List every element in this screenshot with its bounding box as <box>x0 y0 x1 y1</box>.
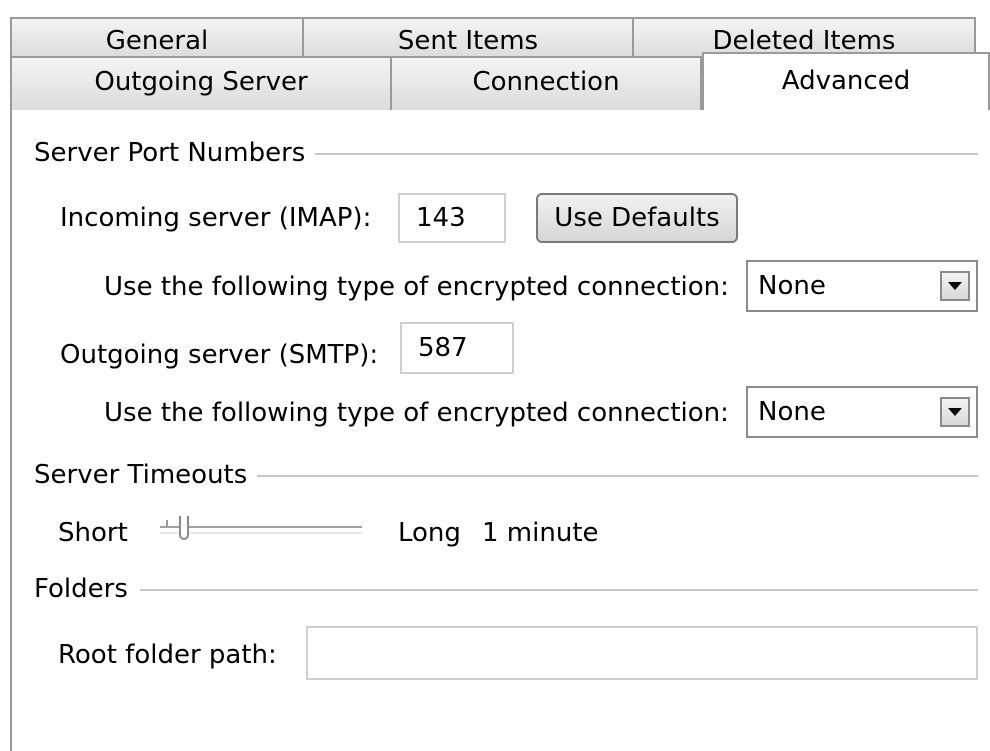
use-defaults-button[interactable]: Use Defaults <box>536 193 738 243</box>
tab-advanced[interactable]: Advanced <box>702 52 990 110</box>
root-folder-input[interactable] <box>306 626 978 680</box>
section-title-server-timeouts: Server Timeouts <box>34 460 258 490</box>
section-divider-folders <box>140 589 978 591</box>
chevron-down-icon[interactable] <box>940 397 970 427</box>
section-divider-ports <box>310 153 978 155</box>
outgoing-encryption-value: None <box>758 397 826 427</box>
outgoing-port-input[interactable]: 587 <box>400 322 514 374</box>
outgoing-server-label: Outgoing server (SMTP): <box>60 340 379 370</box>
timeout-short-label: Short <box>58 518 128 548</box>
advanced-settings-dialog: General Sent Items Deleted Items Outgoin… <box>0 0 990 751</box>
section-title-folders: Folders <box>34 574 138 604</box>
outgoing-port-value: 587 <box>418 333 468 363</box>
root-folder-label: Root folder path: <box>58 640 277 670</box>
chevron-down-icon[interactable] <box>940 271 970 301</box>
outgoing-encryption-label: Use the following type of encrypted conn… <box>104 398 729 428</box>
tab-general[interactable]: General <box>10 17 304 58</box>
slider-thumb[interactable] <box>179 516 190 540</box>
incoming-server-label: Incoming server (IMAP): <box>60 203 372 233</box>
tab-outgoing-server[interactable]: Outgoing Server <box>10 56 392 110</box>
slider-tick <box>166 520 168 526</box>
section-title-server-port-numbers: Server Port Numbers <box>34 138 316 168</box>
incoming-port-input[interactable]: 143 <box>398 193 506 243</box>
incoming-encryption-label: Use the following type of encrypted conn… <box>104 272 729 302</box>
tab-connection[interactable]: Connection <box>392 56 702 110</box>
timeout-value-text: 1 minute <box>482 518 599 548</box>
section-divider-timeouts <box>250 475 978 477</box>
incoming-encryption-select[interactable]: None <box>746 260 978 312</box>
slider-track <box>160 526 362 534</box>
timeout-slider[interactable] <box>160 514 362 544</box>
timeout-long-label: Long <box>398 518 461 548</box>
incoming-port-value: 143 <box>416 203 466 233</box>
tab-sent-items[interactable]: Sent Items <box>304 17 634 58</box>
incoming-encryption-value: None <box>758 271 826 301</box>
tab-row-bottom: Outgoing Server Connection Advanced <box>10 52 990 110</box>
outgoing-encryption-select[interactable]: None <box>746 386 978 438</box>
